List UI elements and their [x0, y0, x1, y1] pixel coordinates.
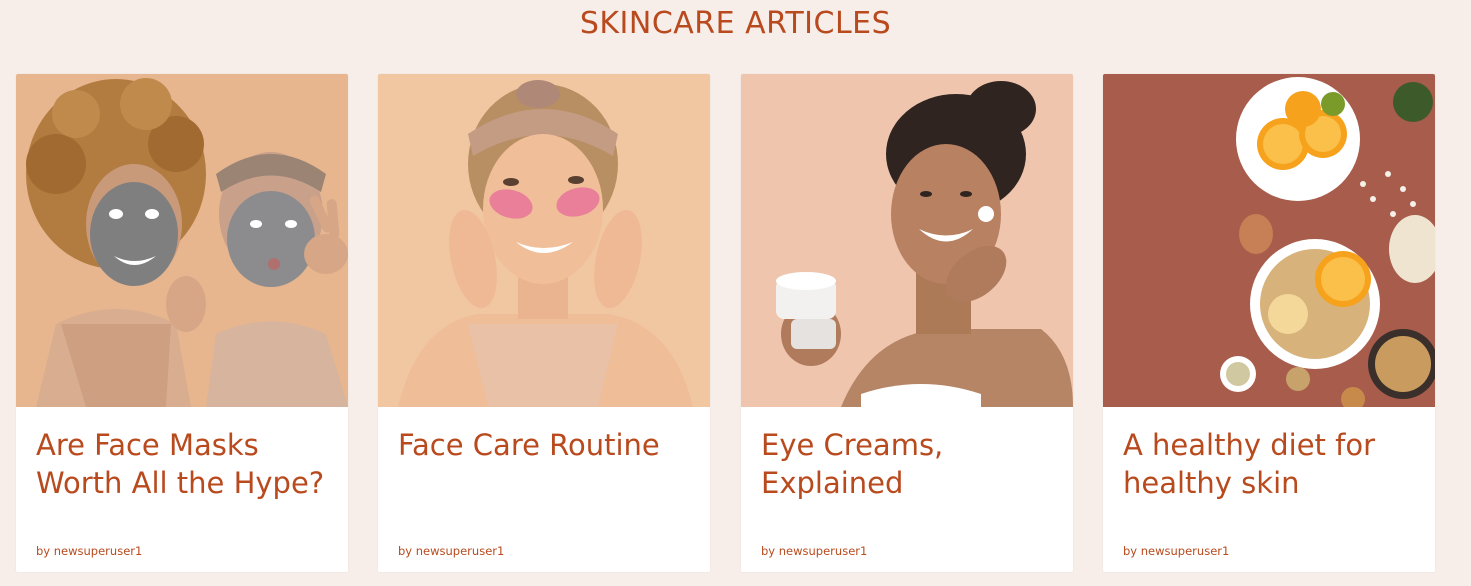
- articles-grid: Are Face Masks Worth All the Hype? by ne…: [16, 74, 1436, 572]
- article-title[interactable]: Face Care Routine: [398, 426, 698, 464]
- two-women-face-masks-photo[interactable]: [16, 74, 348, 407]
- article-author: by newsuperuser1: [36, 544, 143, 558]
- article-card-eye-creams[interactable]: Eye Creams, Explained by newsuperuser1: [741, 74, 1073, 572]
- woman-eye-patches-photo[interactable]: [378, 74, 710, 407]
- woman-applying-cream-photo[interactable]: [741, 74, 1073, 407]
- article-card-healthy-diet[interactable]: A healthy diet for healthy skin by newsu…: [1103, 74, 1435, 572]
- article-author: by newsuperuser1: [761, 544, 868, 558]
- healthy-food-flatlay-photo[interactable]: [1103, 74, 1435, 407]
- article-author: by newsuperuser1: [1123, 544, 1230, 558]
- article-author: by newsuperuser1: [398, 544, 505, 558]
- article-card-face-masks[interactable]: Are Face Masks Worth All the Hype? by ne…: [16, 74, 348, 572]
- article-title[interactable]: A healthy diet for healthy skin: [1123, 426, 1423, 502]
- article-title[interactable]: Are Face Masks Worth All the Hype?: [36, 426, 336, 502]
- article-title[interactable]: Eye Creams, Explained: [761, 426, 1061, 502]
- page-title: SKINCARE ARTICLES: [579, 6, 892, 41]
- article-card-face-care-routine[interactable]: Face Care Routine by newsuperuser1: [378, 74, 710, 572]
